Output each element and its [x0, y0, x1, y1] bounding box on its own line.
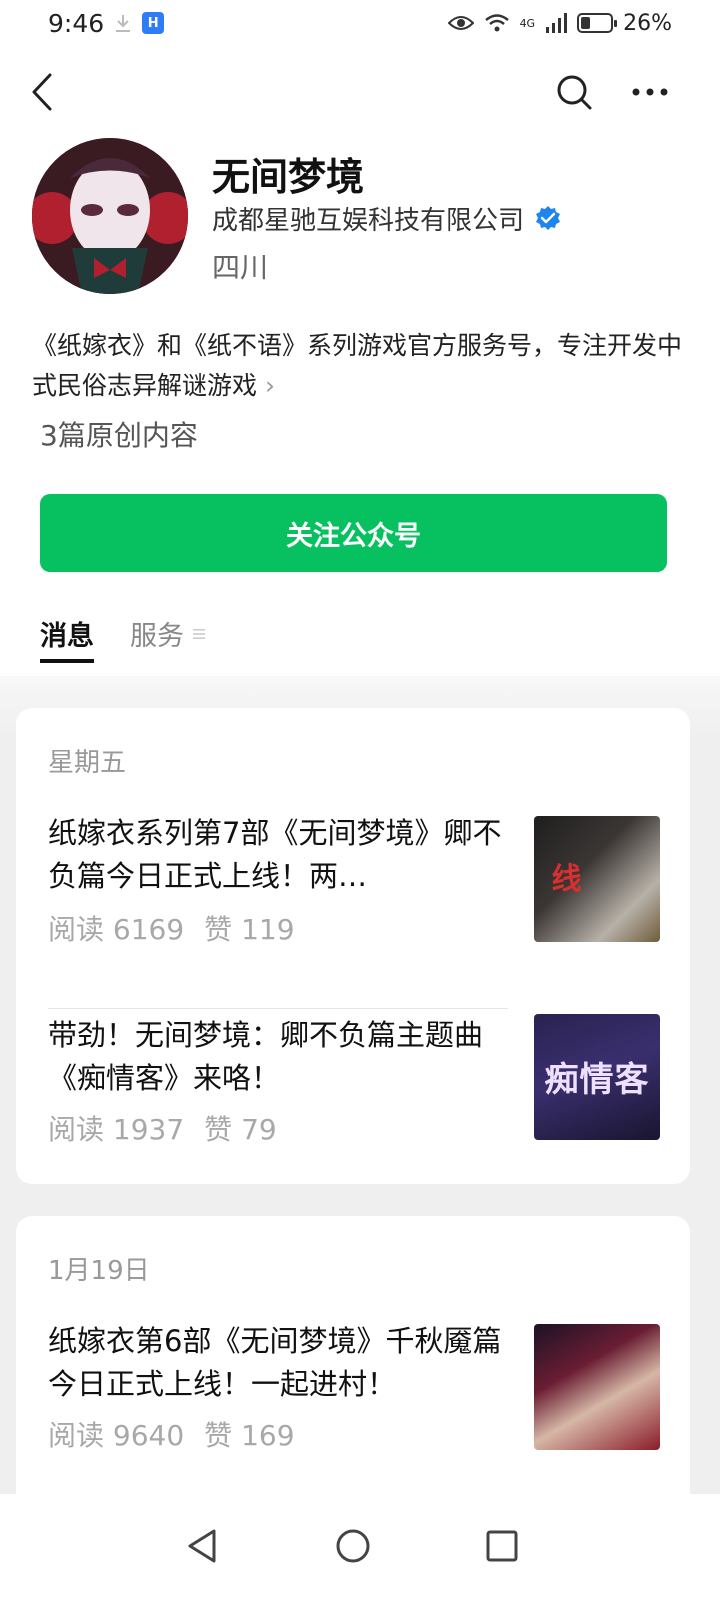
- eye-icon: [447, 16, 474, 30]
- battery-icon: [577, 13, 618, 33]
- description-text: 《纸嫁衣》和《纸不语》系列游戏官方服务号，专注开发中式民俗志异解谜游戏: [32, 331, 683, 400]
- tab-label: 服务: [130, 621, 184, 652]
- article-stats: 阅读 9640 赞 169: [48, 1414, 295, 1454]
- signal-icon: [546, 13, 568, 33]
- like-count: 赞 119: [204, 913, 295, 946]
- article-item[interactable]: 带劲！无间梦境：卿不负篇主题曲《痴情客》来咯！ 阅读 1937 赞 79 痴情客: [48, 1014, 660, 1164]
- company-row[interactable]: 成都星驰互娱科技有限公司: [212, 200, 562, 237]
- chevron-right-icon: ›: [265, 371, 276, 400]
- message-card: 1月19日 纸嫁衣第6部《无间梦境》千秋魇篇今日正式上线！一起进村！ 阅读 96…: [16, 1216, 690, 1506]
- status-bar: 9:46 H 4G 26%: [0, 0, 720, 46]
- thumbnail-text: 线: [551, 862, 583, 897]
- follow-button[interactable]: 关注公众号: [40, 494, 667, 572]
- avatar-image: [32, 138, 188, 294]
- nav-home-icon: [336, 1529, 370, 1563]
- nav-recents-icon: [486, 1530, 518, 1562]
- download-icon: [116, 15, 131, 32]
- article-stats: 阅读 1937 赞 79: [48, 1108, 277, 1148]
- search-button[interactable]: [552, 70, 596, 114]
- nav-back-button[interactable]: [180, 1524, 224, 1568]
- account-description[interactable]: 《纸嫁衣》和《纸不语》系列游戏官方服务号，专注开发中式民俗志异解谜游戏 ›: [32, 326, 682, 406]
- wifi-icon: [484, 14, 509, 32]
- article-item[interactable]: 纸嫁衣系列第7部《无间梦境》卿不负篇今日正式上线！两… 阅读 6169 赞 11…: [48, 812, 660, 962]
- battery-level: 26%: [623, 10, 672, 36]
- read-count: 阅读 9640: [48, 1419, 185, 1452]
- system-nav-bar: [0, 1494, 720, 1600]
- back-button[interactable]: [22, 70, 62, 114]
- message-card: 星期五 纸嫁衣系列第7部《无间梦境》卿不负篇今日正式上线！两… 阅读 6169 …: [16, 708, 690, 1184]
- like-count: 赞 169: [204, 1419, 295, 1452]
- account-profile: 无间梦境 成都星驰互娱科技有限公司 四川: [32, 138, 692, 298]
- region: 四川: [212, 251, 269, 284]
- read-count: 阅读 6169: [48, 913, 185, 946]
- tab-label: 消息: [40, 621, 94, 652]
- article-title: 纸嫁衣系列第7部《无间梦境》卿不负篇今日正式上线！两…: [48, 816, 502, 893]
- status-time: 9:46: [48, 8, 105, 38]
- divider: [48, 1008, 508, 1009]
- tab-messages[interactable]: 消息: [40, 614, 94, 663]
- article-stats: 阅读 6169 赞 119: [48, 908, 295, 948]
- message-feed: 星期五 纸嫁衣系列第7部《无间梦境》卿不负篇今日正式上线！两… 阅读 6169 …: [0, 676, 720, 1506]
- menu-icon: [193, 628, 205, 639]
- article-thumbnail: [534, 1324, 660, 1450]
- tab-services[interactable]: 服务: [130, 614, 206, 653]
- avatar[interactable]: [32, 138, 188, 294]
- read-count: 阅读 1937: [48, 1113, 185, 1146]
- nav-recents-button[interactable]: [480, 1524, 524, 1568]
- nav-back-icon: [188, 1529, 216, 1563]
- like-count: 赞 79: [204, 1113, 277, 1146]
- nav-home-button[interactable]: [331, 1524, 375, 1568]
- top-bar: [0, 60, 720, 124]
- company-name: 成都星驰互娱科技有限公司: [212, 206, 525, 236]
- article-thumbnail: 痴情客: [534, 1014, 660, 1140]
- verified-icon: [536, 205, 561, 230]
- tab-bar: 消息 服务: [40, 614, 206, 664]
- back-icon: [32, 73, 52, 111]
- article-title: 纸嫁衣第6部《无间梦境》千秋魇篇今日正式上线！一起进村！: [48, 1324, 502, 1401]
- network-type: 4G: [519, 16, 536, 30]
- article-item[interactable]: 纸嫁衣第6部《无间梦境》千秋魇篇今日正式上线！一起进村！ 阅读 9640 赞 1…: [48, 1320, 660, 1470]
- app-notification-icon: H: [142, 12, 165, 34]
- more-icon: [632, 88, 668, 96]
- message-date: 1月19日: [48, 1256, 150, 1286]
- article-thumbnail: 线: [534, 816, 660, 942]
- more-button[interactable]: [628, 70, 672, 114]
- original-content-count[interactable]: 3篇原创内容: [40, 414, 198, 454]
- account-name: 无间梦境: [212, 155, 365, 199]
- search-icon: [557, 75, 592, 110]
- thumbnail-text: 痴情客: [544, 1060, 650, 1100]
- article-title: 带劲！无间梦境：卿不负篇主题曲《痴情客》来咯！: [48, 1018, 484, 1095]
- message-date: 星期五: [48, 748, 127, 778]
